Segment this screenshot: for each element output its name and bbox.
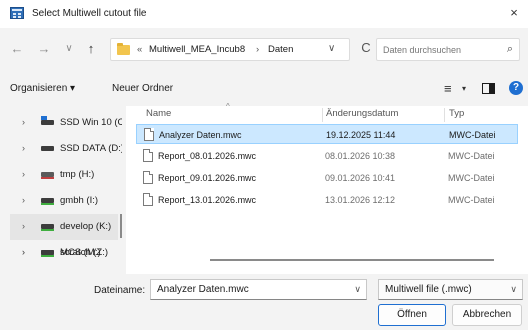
- file-row[interactable]: Report_09.01.2026.mwc 09.01.2026 10:41 M…: [136, 168, 518, 188]
- refresh-icon[interactable]: C: [358, 41, 374, 55]
- column-divider[interactable]: [322, 108, 323, 122]
- file-type: MWC-Datei: [448, 151, 495, 161]
- file-name: Report_09.01.2026.mwc: [158, 173, 257, 183]
- dialog-window-icon: [10, 7, 24, 19]
- new-folder-button[interactable]: Neuer Ordner: [112, 83, 173, 94]
- file-date: 13.01.2026 12:12: [325, 195, 396, 205]
- sidebar-item-scratch[interactable]: [10, 266, 118, 274]
- file-icon: [143, 149, 153, 162]
- close-button[interactable]: ×: [506, 5, 522, 21]
- drive-icon: [41, 146, 54, 151]
- sidebar-item-ssd-win10[interactable]: › SSD Win 10 (C: [10, 110, 122, 136]
- sidebar-item-gmbh[interactable]: › gmbh (I:): [10, 188, 118, 214]
- drive-icon: [41, 250, 54, 257]
- view-options-icon[interactable]: ≡: [444, 81, 452, 96]
- file-type: MWC-Datei: [448, 195, 495, 205]
- search-input[interactable]: Daten durchsuchen ⌕: [376, 38, 520, 61]
- chevron-down-icon[interactable]: ∨: [354, 284, 361, 295]
- folder-icon: [117, 43, 130, 55]
- file-date: 08.01.2026 10:38: [325, 151, 396, 161]
- sidebar-item-ssd-data[interactable]: › SSD DATA (D:): [10, 136, 122, 162]
- file-name: Report_08.01.2026.mwc: [158, 151, 257, 161]
- navigation-bar: ← → ∨ ↑ « Multiwell_MEA_Incub8 › Daten ∨…: [0, 28, 528, 70]
- file-row[interactable]: Analyzer Daten.mwc 19.12.2025 11:44 MWC-…: [136, 124, 518, 144]
- chevron-right-icon[interactable]: ›: [22, 143, 25, 153]
- chevron-down-icon[interactable]: ∨: [510, 284, 517, 295]
- file-icon: [143, 193, 153, 206]
- command-bar: Organisieren ▾ Neuer Ordner ≡ ▾ ?: [0, 70, 528, 106]
- sidebar-item-label: tmp (H:): [60, 169, 95, 180]
- file-icon: [144, 128, 154, 141]
- file-list: Name ^ Änderungsdatum Typ Analyzer Daten…: [126, 102, 528, 274]
- breadcrumb-item-daten[interactable]: Daten: [268, 44, 293, 55]
- chevron-right-icon[interactable]: ›: [22, 221, 25, 231]
- chevron-right-icon[interactable]: ›: [22, 195, 25, 205]
- sidebar-item-label: develop (K:): [60, 221, 112, 232]
- filename-field[interactable]: Analyzer Daten.mwc ∨: [150, 279, 367, 300]
- cancel-button[interactable]: Abbrechen: [452, 304, 522, 326]
- column-header-type[interactable]: Typ: [449, 106, 464, 126]
- sidebar-item-label: scratch (Z:): [60, 247, 109, 258]
- preview-pane-icon[interactable]: [482, 83, 495, 94]
- recent-locations-icon[interactable]: ∨: [62, 42, 76, 56]
- address-dropdown-icon[interactable]: ∨: [328, 43, 335, 54]
- breadcrumb-overflow[interactable]: «: [137, 44, 142, 55]
- column-header-date[interactable]: Änderungsdatum: [326, 106, 398, 126]
- address-bar[interactable]: « Multiwell_MEA_Incub8 › Daten ∨: [110, 38, 350, 61]
- sidebar-item-develop[interactable]: › develop (K:): [10, 214, 118, 240]
- sort-ascending-icon: ^: [226, 102, 230, 111]
- column-header-label: Name: [146, 108, 172, 119]
- filename-label: Dateiname:: [94, 285, 146, 296]
- sidebar-item-tmp[interactable]: › tmp (H:): [10, 162, 118, 188]
- file-name: Report_13.01.2026.mwc: [158, 195, 257, 205]
- back-arrow-icon[interactable]: ←: [10, 42, 24, 56]
- chevron-right-icon[interactable]: ›: [22, 247, 25, 257]
- sidebar-scrollbar[interactable]: [120, 214, 122, 238]
- chevron-right-icon[interactable]: ›: [22, 169, 25, 179]
- file-type-value: Multiwell file (.mwc): [385, 284, 472, 295]
- title-bar: Select Multiwell cutout file ×: [0, 0, 528, 28]
- file-date: 09.01.2026 10:41: [325, 173, 396, 183]
- view-dropdown-icon[interactable]: ▾: [462, 84, 466, 93]
- drive-icon: [41, 198, 54, 205]
- forward-arrow-icon[interactable]: →: [37, 42, 51, 56]
- breadcrumb-separator: ›: [256, 44, 260, 55]
- open-button[interactable]: Öffnen: [378, 304, 446, 326]
- file-type-select[interactable]: Multiwell file (.mwc) ∨: [378, 279, 523, 300]
- file-row[interactable]: Report_13.01.2026.mwc 13.01.2026 12:12 M…: [136, 190, 518, 210]
- file-type: MWC-Datei: [449, 130, 496, 140]
- dialog-footer: Dateiname: Analyzer Daten.mwc ∨ Multiwel…: [0, 274, 528, 330]
- horizontal-scrollbar[interactable]: [210, 259, 494, 261]
- drive-icon: [41, 224, 54, 231]
- sidebar-item-label: SSD DATA (D:): [60, 143, 122, 154]
- windows-drive-icon: [41, 116, 54, 125]
- search-icon: ⌕: [506, 43, 513, 55]
- organize-menu-button[interactable]: Organisieren ▾: [10, 83, 75, 94]
- up-arrow-icon[interactable]: ↑: [84, 42, 98, 56]
- window-title: Select Multiwell cutout file: [32, 8, 147, 19]
- chevron-right-icon[interactable]: ›: [22, 117, 25, 127]
- sidebar-item-scratch-row[interactable]: › scratch (Z:): [10, 240, 118, 266]
- network-drive-icon: [41, 172, 54, 179]
- sidebar-item-label: SSD Win 10 (C: [60, 117, 122, 128]
- column-header-label: Typ: [449, 108, 465, 119]
- file-icon: [143, 171, 153, 184]
- search-placeholder: Daten durchsuchen: [383, 45, 462, 55]
- file-date: 19.12.2025 11:44: [326, 130, 396, 140]
- file-name: Analyzer Daten.mwc: [159, 130, 242, 140]
- column-divider[interactable]: [444, 108, 445, 122]
- file-row[interactable]: Report_08.01.2026.mwc 08.01.2026 10:38 M…: [136, 146, 518, 166]
- sidebar-item-label: gmbh (I:): [60, 195, 99, 206]
- column-header-name[interactable]: Name: [146, 106, 171, 126]
- help-icon[interactable]: ?: [509, 81, 523, 95]
- column-header-label: Änderungsdatum: [326, 108, 399, 119]
- breadcrumb-item-multiwell[interactable]: Multiwell_MEA_Incub8: [149, 44, 245, 55]
- file-type: MWC-Datei: [448, 173, 495, 183]
- filename-value: Analyzer Daten.mwc: [157, 284, 249, 295]
